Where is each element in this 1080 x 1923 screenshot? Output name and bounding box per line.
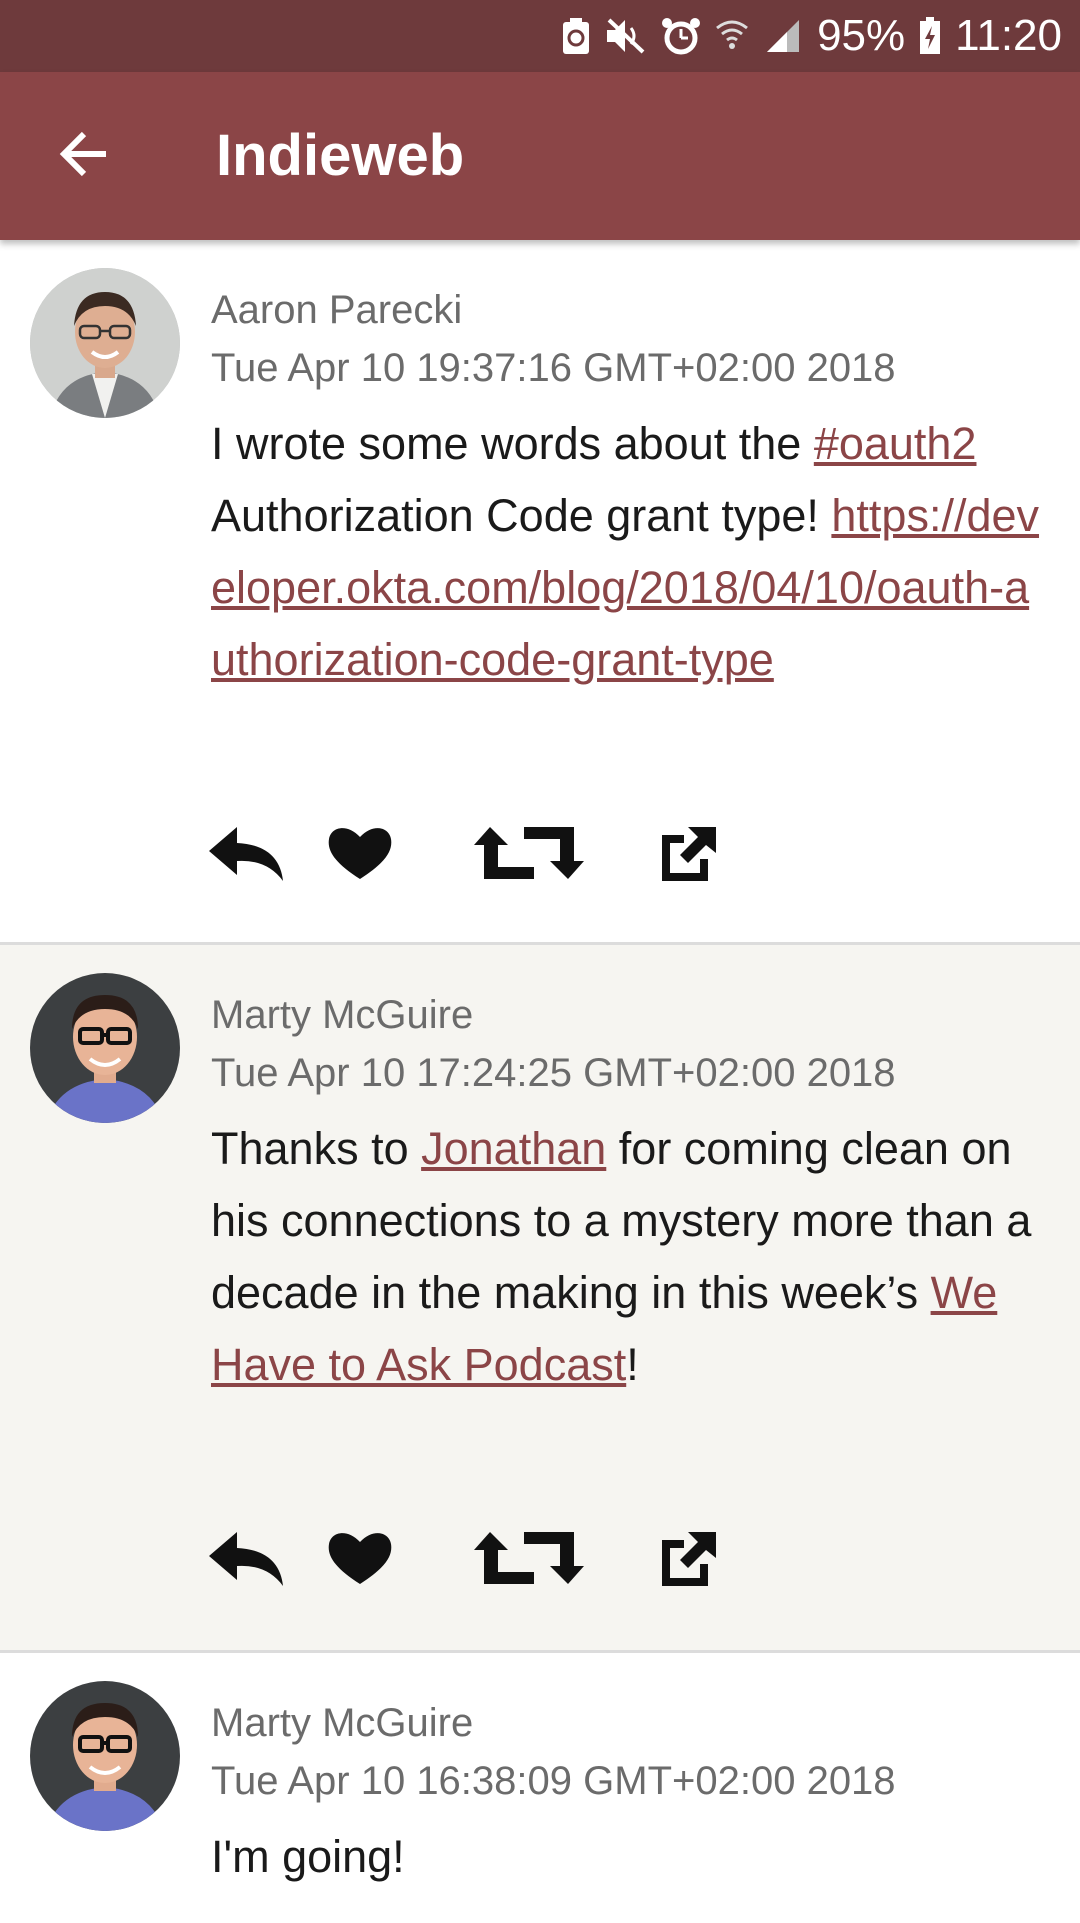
external-link-button[interactable] <box>658 820 718 890</box>
post-actions <box>206 1525 718 1595</box>
like-icon <box>325 823 395 888</box>
mention-link[interactable]: Jonathan <box>421 1123 606 1174</box>
reply-icon <box>207 1528 285 1593</box>
post-author[interactable]: Marty McGuire <box>211 993 473 1038</box>
post-text: Thanks to <box>211 1123 422 1174</box>
clock: 11:20 <box>955 11 1062 60</box>
back-button[interactable] <box>44 116 124 196</box>
like-button[interactable] <box>324 1525 396 1595</box>
repost-icon <box>472 823 586 888</box>
post-timestamp: Tue Apr 10 19:37:16 GMT+02:00 2018 <box>211 346 896 390</box>
repost-button[interactable] <box>472 820 586 890</box>
timeline-feed[interactable]: Aaron Parecki Tue Apr 10 19:37:16 GMT+02… <box>0 240 1080 1923</box>
post-author[interactable]: Marty McGuire <box>211 1701 473 1746</box>
like-icon <box>325 1528 395 1593</box>
reply-button[interactable] <box>206 820 286 890</box>
post-timestamp: Tue Apr 10 17:24:25 GMT+02:00 2018 <box>211 1051 896 1095</box>
post-text: I wrote some words about the <box>211 418 814 469</box>
battery-charging-icon <box>919 12 941 60</box>
post-timestamp: Tue Apr 10 16:38:09 GMT+02:00 2018 <box>211 1759 896 1803</box>
post-content: Thanks to Jonathan for coming clean on h… <box>211 1113 1047 1401</box>
post-item[interactable]: Marty McGuire Tue Apr 10 16:38:09 GMT+02… <box>0 1653 1080 1923</box>
post-content: I'm going! <box>211 1821 1047 1893</box>
post-content: I wrote some words about the #oauth2 Aut… <box>211 408 1047 696</box>
repost-button[interactable] <box>472 1525 586 1595</box>
external-link-icon <box>658 1528 718 1593</box>
post-actions <box>206 820 718 890</box>
app-bar: Indieweb <box>0 72 1080 240</box>
sync-icon <box>561 12 591 60</box>
arrow-left-icon <box>58 130 110 183</box>
reply-button[interactable] <box>206 1525 286 1595</box>
post-text: I'm going! <box>211 1831 405 1882</box>
avatar[interactable] <box>30 973 180 1123</box>
external-link-button[interactable] <box>658 1525 718 1595</box>
post-text: ! <box>626 1339 639 1390</box>
page-title: Indieweb <box>216 123 465 188</box>
battery-percent: 95% <box>817 11 906 60</box>
post-author[interactable]: Aaron Parecki <box>211 288 462 333</box>
alarm-icon <box>661 12 701 60</box>
post-item[interactable]: Aaron Parecki Tue Apr 10 19:37:16 GMT+02… <box>0 240 1080 945</box>
avatar[interactable] <box>30 1681 180 1831</box>
repost-icon <box>472 1528 586 1593</box>
hashtag-link[interactable]: #oauth2 <box>814 418 977 469</box>
post-text: Authorization Code grant type! <box>211 490 832 541</box>
avatar[interactable] <box>30 268 180 418</box>
external-link-icon <box>658 823 718 888</box>
reply-icon <box>207 823 285 888</box>
signal-icon <box>763 12 803 60</box>
like-button[interactable] <box>324 820 396 890</box>
mute-icon <box>605 12 647 60</box>
status-bar: 95% 11:20 <box>0 0 1080 72</box>
post-item[interactable]: Marty McGuire Tue Apr 10 17:24:25 GMT+02… <box>0 945 1080 1653</box>
wifi-icon <box>715 12 749 60</box>
